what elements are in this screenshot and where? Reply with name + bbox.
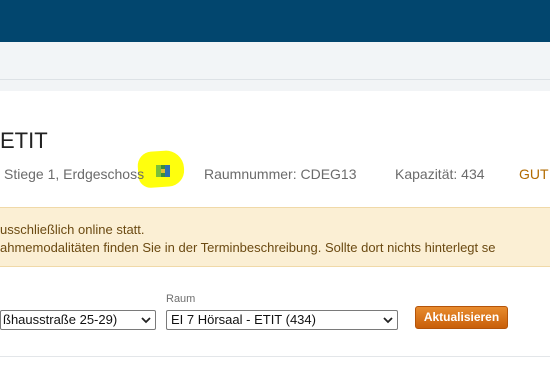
room-field-label: Raum — [166, 293, 196, 305]
room-select[interactable]: EI 7 Hörsaal - ETIT (434) — [166, 310, 398, 330]
building-select[interactable]: ßhausstraße 25-29) — [0, 310, 156, 330]
building-select-value: ßhausstraße 25-29) — [3, 312, 118, 327]
notice-text-line-2: ahmemodalitäten finden Sie in der Termin… — [0, 240, 496, 255]
notice-text-line-1: usschließlich online statt. — [0, 222, 145, 237]
room-select-value: EI 7 Hörsaal - ETIT (434) — [171, 312, 316, 327]
room-status: GUT — [519, 166, 549, 182]
room-number: Raumnummer: CDEG13 — [204, 166, 357, 182]
page-title: ETIT — [0, 128, 48, 153]
update-button[interactable]: Aktualisieren — [415, 306, 508, 329]
section-divider — [0, 356, 550, 357]
chevron-down-icon — [383, 317, 393, 324]
room-capacity: Kapazität: 434 — [395, 166, 485, 182]
room-location: Stiege 1, Erdgeschoss — [4, 166, 145, 182]
top-navigation-bar — [0, 0, 550, 42]
notice-box — [0, 207, 550, 267]
map-icon[interactable] — [156, 165, 170, 177]
chevron-down-icon — [141, 317, 151, 324]
secondary-bar — [0, 42, 550, 80]
